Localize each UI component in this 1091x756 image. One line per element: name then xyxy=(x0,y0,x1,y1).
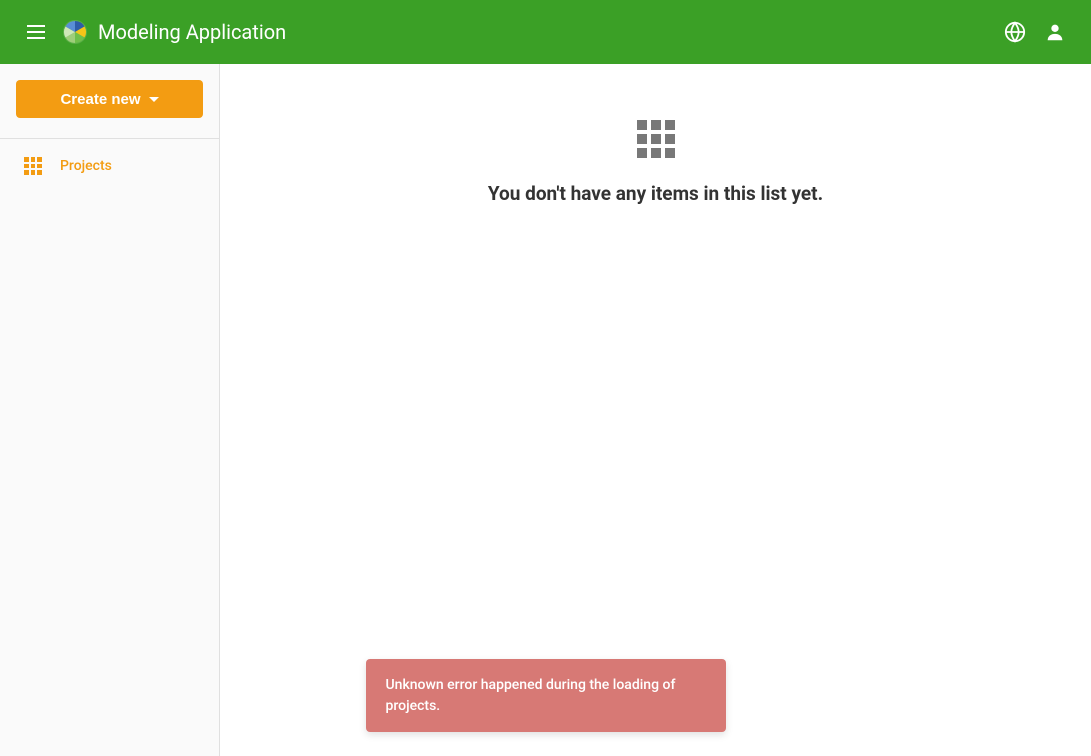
person-icon xyxy=(1044,21,1066,43)
app-header: Modeling Application xyxy=(0,0,1091,64)
sidebar-item-label: Projects xyxy=(60,158,112,174)
sidebar-item-projects[interactable]: Projects xyxy=(16,139,203,187)
globe-icon xyxy=(1004,21,1026,43)
create-new-label: Create new xyxy=(60,91,140,108)
main-content: You don't have any items in this list ye… xyxy=(220,64,1091,756)
app-logo-icon xyxy=(62,19,88,45)
apps-icon xyxy=(24,157,42,175)
sidebar: Create new Projects xyxy=(0,64,220,756)
language-button[interactable] xyxy=(995,12,1035,52)
hamburger-icon xyxy=(27,25,45,39)
error-toast: Unknown error happened during the loadin… xyxy=(366,659,726,732)
empty-grid-icon xyxy=(637,120,675,158)
menu-button[interactable] xyxy=(16,12,56,52)
user-menu-button[interactable] xyxy=(1035,12,1075,52)
app-title: Modeling Application xyxy=(98,20,286,44)
chevron-down-icon xyxy=(149,97,159,102)
create-new-button[interactable]: Create new xyxy=(16,80,203,118)
empty-state-message: You don't have any items in this list ye… xyxy=(488,182,823,205)
error-toast-message: Unknown error happened during the loadin… xyxy=(386,677,676,713)
app-logo-title[interactable]: Modeling Application xyxy=(62,19,286,45)
